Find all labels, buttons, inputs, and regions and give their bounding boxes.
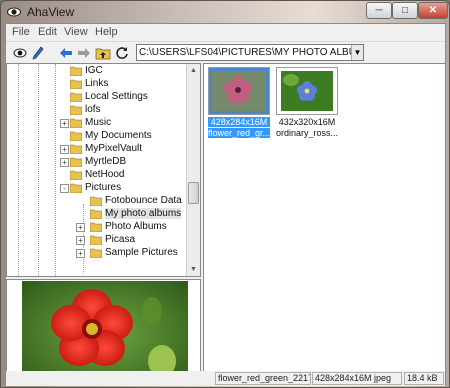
tree-item-label: My photo albums	[105, 208, 182, 219]
tree-item[interactable]: My photo albums	[7, 208, 187, 221]
expand-icon[interactable]: +	[60, 145, 69, 154]
status-file-size: 18.4 kB	[404, 372, 444, 385]
folder-icon	[90, 196, 102, 206]
tree-item[interactable]: + MyPixelVault	[7, 143, 187, 156]
path-text: C:\USERS\LFS04\PICTURES\MY PHOTO ALBUMS	[139, 47, 364, 58]
minimize-button[interactable]: ─	[366, 2, 392, 19]
up-folder-icon[interactable]	[95, 45, 111, 61]
tree-item-label: Fotobounce Data	[105, 195, 182, 206]
folder-icon	[90, 222, 102, 232]
tree-item-label: Sample Pictures	[105, 247, 178, 258]
tree-item[interactable]: + Photo Albums	[7, 221, 187, 234]
thumbnail-item[interactable]: 428x284x16M flower_red_gr...	[208, 67, 270, 141]
tree-item[interactable]: NetHood	[7, 169, 187, 182]
window-title: AhaView	[27, 5, 75, 19]
tree-item[interactable]: My Documents	[7, 130, 187, 143]
tree-item-label: Music	[85, 117, 112, 128]
toolbar: C:\USERS\LFS04\PICTURES\MY PHOTO ALBUMS …	[6, 41, 445, 63]
tree-item[interactable]: - Pictures	[7, 182, 187, 195]
flower-thumbnail	[209, 68, 269, 114]
tree-item-label: Photo Albums	[105, 221, 167, 232]
expand-icon[interactable]: +	[76, 236, 85, 245]
folder-icon	[70, 118, 82, 128]
tree-item-label: MyrtleDB	[85, 156, 127, 167]
thumbnail-frame	[276, 67, 338, 115]
eye-icon	[7, 7, 21, 17]
tree-item-label: Links	[85, 78, 109, 89]
menu-edit[interactable]: Edit	[38, 26, 57, 38]
menu-help[interactable]: Help	[95, 26, 118, 38]
folder-icon	[70, 170, 82, 180]
tree-item[interactable]: Links	[7, 78, 187, 91]
image-preview	[6, 279, 201, 386]
status-filename: flower_red_green_22177...	[215, 372, 311, 385]
tree-item[interactable]: IGC	[7, 65, 187, 78]
menu-file[interactable]: File	[12, 26, 30, 38]
client-area: File Edit View Help C:\USERS\LFS04\PICTU…	[5, 23, 446, 386]
tree-item[interactable]: lofs	[7, 104, 187, 117]
expand-icon[interactable]: +	[60, 158, 69, 167]
tree-item-label: MyPixelVault	[85, 143, 143, 154]
maximize-button[interactable]: □	[392, 2, 418, 19]
collapse-icon[interactable]: -	[60, 184, 69, 193]
title-bar: AhaView ─ □ ✕	[1, 1, 449, 23]
tree-item-label: Picasa	[105, 234, 136, 245]
chevron-down-icon[interactable]: ▼	[351, 45, 363, 60]
blue-flower-thumbnail	[277, 68, 337, 114]
tree-item-label: lofs	[85, 104, 101, 115]
status-bar: flower_red_green_22177... 428x284x16M jp…	[6, 371, 445, 386]
scroll-down-icon[interactable]: ▼	[187, 263, 200, 276]
thumbnail-dims: 428x284x16M	[208, 117, 270, 127]
folder-icon	[90, 235, 102, 245]
tree-item-label: My Documents	[85, 130, 152, 141]
tree-item[interactable]: + Sample Pictures	[7, 247, 187, 260]
thumbnail-name: flower_red_gr...	[208, 128, 270, 138]
eye-icon[interactable]	[12, 45, 28, 61]
folder-icon	[70, 105, 82, 115]
expand-icon[interactable]: +	[76, 249, 85, 258]
expand-icon[interactable]: +	[76, 223, 85, 232]
folder-icon	[70, 144, 82, 154]
folder-icon	[90, 248, 102, 258]
tree-item[interactable]: Fotobounce Data	[7, 195, 187, 208]
tree-item-label: Pictures	[85, 182, 122, 193]
scroll-thumb[interactable]	[188, 182, 199, 204]
tree-item-label: NetHood	[85, 169, 125, 180]
path-combobox[interactable]: C:\USERS\LFS04\PICTURES\MY PHOTO ALBUMS	[136, 44, 364, 61]
expand-icon[interactable]: +	[60, 119, 69, 128]
thumbnail-dims: 432x320x16M	[278, 117, 336, 127]
close-button[interactable]: ✕	[418, 2, 448, 19]
forward-arrow-icon[interactable]	[76, 45, 92, 61]
tree-item[interactable]: + Picasa	[7, 234, 187, 247]
menu-view[interactable]: View	[64, 26, 88, 38]
pencil-icon[interactable]	[30, 45, 46, 61]
app-window: AhaView ─ □ ✕ File Edit View Help C:\USE…	[0, 0, 450, 388]
tree-item-label: Local Settings	[85, 91, 148, 102]
folder-icon	[70, 66, 82, 76]
folder-icon	[90, 209, 102, 219]
folder-icon	[70, 79, 82, 89]
thumbnail-item[interactable]: 432x320x16M ordinary_ross...	[276, 67, 338, 141]
folder-icon	[70, 183, 82, 193]
folder-icon	[70, 92, 82, 102]
menu-bar: File Edit View Help	[6, 24, 445, 41]
folder-icon	[70, 131, 82, 141]
folder-icon	[70, 157, 82, 167]
tree-item[interactable]: + MyrtleDB	[7, 156, 187, 169]
tree-item[interactable]: Local Settings	[7, 91, 187, 104]
refresh-icon[interactable]	[114, 45, 130, 61]
scroll-up-icon[interactable]: ▲	[187, 64, 200, 77]
status-image-info: 428x284x16M jpeg	[312, 372, 402, 385]
thumbnail-panel[interactable]: 428x284x16M flower_red_gr... 432x320x16M…	[203, 63, 446, 386]
thumbnail-frame	[208, 67, 270, 115]
tree-scrollbar[interactable]: ▲ ▼	[186, 64, 200, 276]
folder-tree[interactable]: IGC Links Local Settings lofs + Music My Docum…	[6, 63, 201, 277]
tree-item[interactable]: + Music	[7, 117, 187, 130]
tree-item-label: IGC	[85, 65, 103, 76]
thumbnail-name: ordinary_ross...	[276, 128, 338, 138]
back-arrow-icon[interactable]	[58, 45, 74, 61]
